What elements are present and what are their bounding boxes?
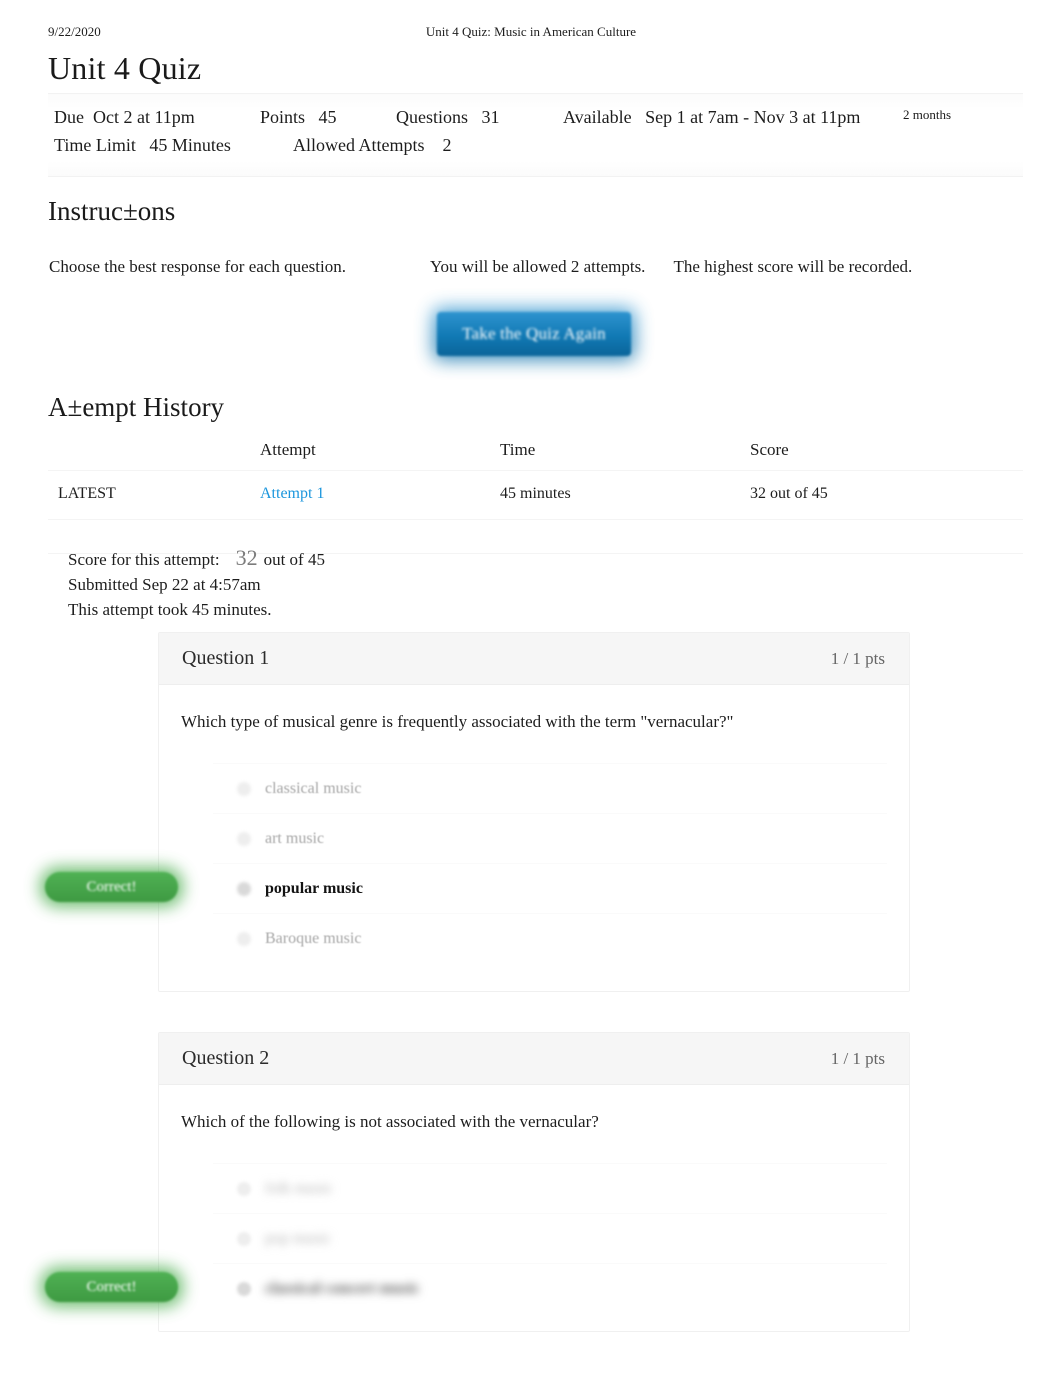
attempt-history-heading: A±empt History — [48, 392, 225, 422]
attempt-history-table: Attempt Time Score LATEST Attempt 1 45 m… — [48, 440, 1023, 554]
question-points: 1 / 1 pts — [830, 1049, 885, 1068]
col-time: Time — [500, 440, 750, 471]
spacer-cell — [500, 519, 750, 554]
meta-available: Available Sep 1 at 7am - Nov 3 at 11pm — [563, 107, 861, 127]
answer-label: Baroque music — [265, 929, 362, 947]
col-kept — [48, 440, 260, 471]
question-text: Which of the following is not associated… — [181, 1112, 599, 1131]
answer-option[interactable]: folk music — [213, 1163, 887, 1213]
answer-label: classical music — [265, 779, 362, 797]
radio-icon — [237, 781, 251, 796]
table-row: LATEST Attempt 1 45 minutes 32 out of 45 — [48, 470, 1023, 520]
status-badge: Correct! — [45, 1272, 178, 1302]
col-score: Score — [750, 440, 1023, 471]
cell-score: 32 out of 45 — [750, 470, 1023, 520]
answer-option[interactable]: Baroque music — [213, 913, 887, 963]
cell-time: 45 minutes — [500, 470, 750, 520]
take-quiz-again-button[interactable]: Take the Quiz Again — [437, 312, 631, 356]
meta-duration-note: 2 months — [903, 107, 952, 122]
score-out-of: out of 45 — [263, 550, 325, 569]
meta-time-limit: Time Limit 45 Minutes — [54, 135, 231, 155]
cell-kept: LATEST — [48, 470, 260, 520]
answer-label: folk music — [265, 1179, 333, 1197]
answer-option[interactable]: pop music — [213, 1213, 887, 1263]
quiz-meta-row-2: Time Limit 45 Minutes Allowed Attempts 2 — [48, 135, 1023, 163]
duration-line: This attempt took 45 minutes. — [68, 600, 272, 619]
question-text: Which type of musical genre is frequentl… — [181, 712, 734, 731]
question-points: 1 / 1 pts — [830, 649, 885, 668]
answer-option[interactable]: art music — [213, 813, 887, 863]
question-name: Question 2 — [182, 1047, 270, 1069]
quiz-meta-band: Due Oct 2 at 11pm Points 45 Questions 31… — [48, 93, 1023, 177]
correct-badge-wrapper: Correct! — [40, 1267, 183, 1307]
question-body: Which of the following is not associated… — [159, 1085, 909, 1313]
radio-icon — [237, 1231, 251, 1246]
attempt-history-head: Attempt Time Score — [48, 440, 1023, 471]
quiz-results-page: 9/22/2020 Unit 4 Quiz: Music in American… — [0, 0, 1062, 1377]
score-value: 32 — [235, 545, 258, 570]
meta-questions: Questions 31 — [396, 107, 500, 127]
table-header-row: Attempt Time Score — [48, 440, 1023, 471]
instructions-line-c: The highest score will be recorded. — [673, 257, 913, 276]
question-card: Question 2 1 / 1 pts Which of the follow… — [158, 1032, 910, 1332]
answer-option-selected[interactable]: popular music — [213, 863, 887, 913]
print-page-title: Unit 4 Quiz: Music in American Culture — [425, 24, 637, 39]
radio-icon — [237, 931, 251, 946]
meta-points: Points 45 — [260, 107, 337, 127]
page-title: Unit 4 Quiz — [48, 50, 202, 86]
instructions-heading: Instruc±ons — [48, 196, 176, 226]
question-card: Question 1 1 / 1 pts Which type of music… — [158, 632, 910, 992]
question-header: Question 2 1 / 1 pts — [159, 1033, 909, 1085]
score-label: Score for this attempt: — [68, 550, 220, 569]
radio-selected-icon — [237, 1281, 251, 1296]
quiz-meta-row-1: Due Oct 2 at 11pm Points 45 Questions 31… — [48, 107, 1023, 135]
take-quiz-again-wrapper: Take the Quiz Again — [433, 308, 635, 360]
answer-label: art music — [265, 829, 325, 847]
meta-due: Due Oct 2 at 11pm — [54, 107, 195, 127]
attempt-1-link[interactable]: Attempt 1 — [260, 485, 324, 502]
spacer-cell — [750, 519, 1023, 554]
radio-selected-icon — [237, 881, 251, 896]
meta-allowed-attempts: Allowed Attempts 2 — [293, 135, 452, 155]
submitted-line: Submitted Sep 22 at 4:57am — [68, 575, 261, 594]
print-header: 9/22/2020 Unit 4 Quiz: Music in American… — [0, 24, 1062, 42]
answers-list: folk music pop music classical concert m… — [213, 1163, 887, 1313]
instructions-line-b: You will be allowed 2 attempts. — [429, 257, 646, 276]
attempt-history-body: LATEST Attempt 1 45 minutes 32 out of 45 — [48, 470, 1023, 554]
score-summary: Score for this attempt: 32 out of 45 Submi… — [68, 545, 325, 622]
question-body: Which type of musical genre is frequentl… — [159, 685, 909, 963]
answer-label: pop music — [265, 1229, 332, 1247]
radio-icon — [237, 831, 251, 846]
instructions-line-a: Choose the best response for each questi… — [49, 257, 346, 276]
answer-label: popular music — [265, 879, 363, 897]
question-name: Question 1 — [182, 647, 270, 669]
col-attempt: Attempt — [260, 440, 500, 471]
cell-attempt: Attempt 1 — [260, 470, 500, 520]
radio-icon — [237, 1181, 251, 1196]
instructions-text: Choose the best response for each questi… — [49, 257, 912, 277]
status-badge: Correct! — [45, 872, 178, 902]
answers-list: classical music art music popular music … — [213, 763, 887, 963]
answer-option-selected[interactable]: classical concert music — [213, 1263, 887, 1313]
correct-badge-wrapper: Correct! — [40, 867, 183, 907]
answer-label: classical concert music — [265, 1279, 420, 1297]
answer-option[interactable]: classical music — [213, 763, 887, 813]
question-header: Question 1 1 / 1 pts — [159, 633, 909, 685]
score-line: Score for this attempt: 32 out of 45 — [68, 545, 325, 572]
